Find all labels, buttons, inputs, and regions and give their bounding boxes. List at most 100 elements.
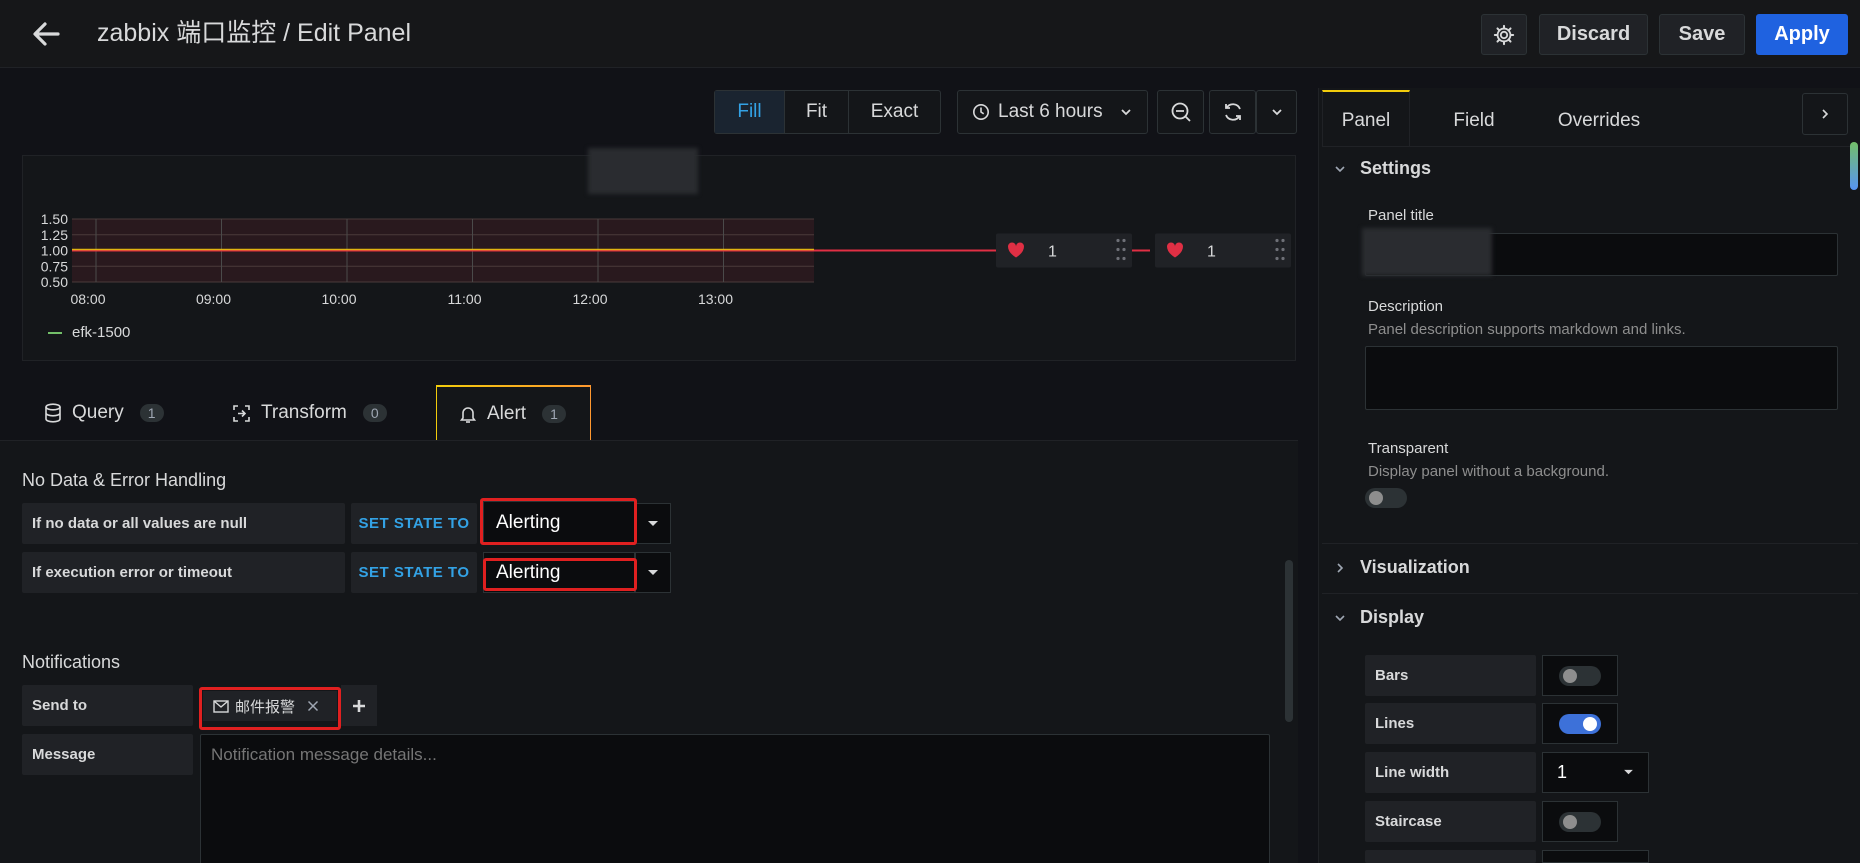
plus-icon — [353, 699, 365, 712]
display-heading: Display — [1360, 607, 1425, 627]
back-button[interactable] — [28, 17, 64, 51]
no-data-state-dropdown[interactable] — [635, 503, 671, 544]
description-label: Description — [1368, 298, 1444, 315]
set-state-label: SET STATE TO — [351, 552, 477, 593]
chevron-down-icon — [1335, 614, 1345, 621]
caret-down-icon — [648, 569, 658, 575]
tab-panel[interactable]: Panel — [1322, 100, 1410, 142]
tab-transform[interactable]: Transform 0 — [232, 387, 387, 439]
description-hint: Panel description supports markdown and … — [1368, 321, 1686, 338]
chevron-down-icon — [1271, 109, 1282, 116]
redacted-panel-title — [588, 148, 698, 194]
tab-overrides[interactable]: Overrides — [1540, 100, 1658, 142]
refresh-interval-dropdown[interactable] — [1256, 90, 1297, 134]
arrow-left-icon — [33, 22, 60, 46]
caret-down-icon — [648, 520, 658, 526]
tab-alert-count: 1 — [542, 405, 566, 423]
legend-swatch — [48, 331, 62, 334]
drag-handle-dot — [1116, 247, 1120, 252]
line-width-select[interactable]: 1 — [1542, 752, 1649, 793]
message-textarea[interactable] — [200, 734, 1270, 863]
drag-handle-dot — [1116, 238, 1120, 243]
lines-label: Lines — [1365, 703, 1536, 744]
settings-heading: Settings — [1360, 158, 1432, 178]
tab-alert-label: Alert — [487, 403, 527, 424]
tab-alert[interactable]: Alert 1 — [436, 385, 591, 441]
chevron-down-icon — [1335, 165, 1345, 172]
drag-handle-dot — [1122, 247, 1126, 252]
exec-error-label: If execution error or timeout — [22, 552, 345, 593]
time-range-picker[interactable]: Last 6 hours — [957, 90, 1148, 134]
alert-node-value: 1 — [1048, 244, 1057, 261]
bars-toggle[interactable] — [1559, 665, 1601, 686]
notifications-heading: Notifications — [22, 652, 121, 672]
description-textarea[interactable] — [1365, 346, 1838, 410]
x-tick-label: 13:00 — [698, 291, 733, 307]
x-tick-label: 09:00 — [196, 291, 231, 307]
line-width-value: 1 — [1557, 762, 1568, 782]
drag-handle-dot — [1281, 238, 1285, 243]
x-tick-label: 08:00 — [70, 291, 105, 307]
tab-field[interactable]: Field — [1432, 100, 1516, 142]
tab-transform-label: Transform — [261, 402, 347, 423]
save-button[interactable]: Save — [1659, 14, 1745, 55]
zoom-out-button[interactable] — [1157, 90, 1204, 134]
view-mode-fit[interactable]: Fit — [785, 91, 849, 133]
y-tick-label: 1.25 — [41, 227, 68, 243]
options-scrollbar[interactable] — [1850, 142, 1858, 190]
collapse-options-button[interactable] — [1802, 93, 1848, 135]
highlight-box — [480, 498, 637, 545]
transparent-hint: Display panel without a background. — [1368, 463, 1609, 480]
drag-handle-dot — [1116, 256, 1120, 261]
view-mode-exact[interactable]: Exact — [849, 91, 940, 133]
tab-query-count: 1 — [139, 404, 164, 422]
bars-label: Bars — [1365, 655, 1536, 696]
exec-error-state-dropdown[interactable] — [635, 552, 671, 593]
staircase-option — [1542, 801, 1618, 842]
settings-button[interactable] — [1481, 14, 1527, 55]
panel-title-label: Panel title — [1368, 207, 1434, 224]
zoom-out-icon — [1171, 102, 1191, 122]
toggle-knob — [1369, 491, 1383, 505]
drag-handle-dot — [1275, 238, 1279, 243]
drag-handle-dot — [1275, 247, 1279, 252]
next-option-input[interactable] — [1542, 850, 1649, 863]
database-icon — [45, 403, 61, 423]
view-mode-fill[interactable]: Fill — [715, 91, 785, 133]
next-option-label — [1365, 850, 1536, 863]
visualization-heading: Visualization — [1360, 557, 1470, 577]
chevron-right-icon — [1822, 109, 1829, 119]
tab-query[interactable]: Query 1 — [44, 387, 164, 439]
chart-legend: efk-1500 — [48, 324, 130, 341]
divider — [1322, 593, 1858, 594]
bars-option — [1542, 655, 1618, 696]
toggle-knob — [1563, 668, 1577, 683]
x-tick-label: 10:00 — [321, 291, 356, 307]
lines-option — [1542, 703, 1618, 744]
alert-node-value: 1 — [1207, 244, 1216, 261]
visualization-group-header[interactable]: Visualization — [1334, 557, 1470, 578]
drag-handle-dot — [1275, 256, 1279, 261]
set-state-label: SET STATE TO — [351, 503, 477, 544]
display-group-header[interactable]: Display — [1334, 607, 1424, 628]
editor-scrollbar[interactable] — [1285, 560, 1293, 722]
view-mode-group: Fill Fit Exact — [714, 90, 941, 134]
graph-chart[interactable]: 1.501.251.000.750.5008:00 09:00 10:00 11:00… — [22, 195, 1292, 335]
line-width-label: Line width — [1365, 752, 1536, 793]
staircase-toggle[interactable] — [1559, 811, 1601, 832]
highlight-box — [199, 687, 341, 730]
chevron-right-icon — [1337, 562, 1344, 573]
legend-item-label[interactable]: efk-1500 — [72, 324, 130, 341]
refresh-button[interactable] — [1209, 90, 1256, 134]
drag-handle-dot — [1281, 247, 1285, 252]
settings-group-header[interactable]: Settings — [1334, 158, 1431, 179]
x-tick-label: 11:00 — [448, 291, 482, 307]
lines-toggle[interactable] — [1559, 713, 1601, 734]
add-notification-button[interactable] — [341, 685, 377, 726]
gear-icon — [1493, 24, 1515, 45]
apply-button[interactable]: Apply — [1756, 14, 1848, 55]
discard-button[interactable]: Discard — [1539, 14, 1648, 55]
tab-query-label: Query — [72, 402, 124, 423]
tab-transform-count: 0 — [362, 404, 387, 422]
transparent-toggle[interactable] — [1365, 488, 1407, 508]
